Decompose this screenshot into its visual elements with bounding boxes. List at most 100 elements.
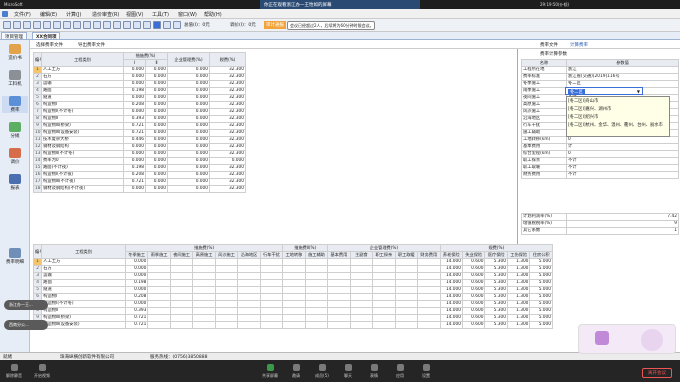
row-value[interactable]: 5.300 bbox=[484, 321, 508, 329]
param-value[interactable]: 不计 bbox=[566, 171, 679, 179]
row-value[interactable]: 0.000 bbox=[145, 150, 168, 158]
row-value[interactable]: 0.000 bbox=[123, 108, 146, 116]
row-value[interactable]: 32.300 bbox=[209, 136, 246, 144]
table-row[interactable]: 16 构造物Ⅰ(不计夜) 0.208 0.000 0.000 32.300 bbox=[33, 171, 246, 179]
row-value[interactable] bbox=[304, 307, 329, 315]
row-value[interactable]: 1.300 bbox=[506, 321, 531, 329]
rate-file-tab[interactable]: 费率文件 bbox=[540, 42, 558, 48]
row-value[interactable] bbox=[259, 321, 284, 329]
row-value[interactable] bbox=[214, 307, 239, 315]
row-value[interactable] bbox=[304, 279, 329, 287]
row-value[interactable]: 0.000 bbox=[209, 157, 246, 165]
row-value[interactable]: 32.300 bbox=[209, 164, 246, 172]
row-value[interactable] bbox=[214, 300, 239, 308]
row-value[interactable]: 5.300 bbox=[484, 293, 508, 301]
row-value[interactable] bbox=[214, 279, 239, 287]
row-value[interactable] bbox=[327, 293, 351, 301]
refresh-icon[interactable] bbox=[123, 21, 131, 29]
row-value[interactable]: 32.300 bbox=[209, 129, 246, 137]
menu-view[interactable]: 视图(V) bbox=[126, 11, 143, 18]
row-value[interactable] bbox=[417, 321, 441, 329]
param-value[interactable]: 不计 bbox=[566, 157, 679, 165]
row-value[interactable]: 32.300 bbox=[209, 73, 246, 81]
row-value[interactable]: 0.000 bbox=[124, 300, 149, 308]
row-value[interactable]: 0.000 bbox=[167, 94, 210, 102]
row-value[interactable] bbox=[304, 272, 329, 280]
table-row[interactable]: 5 隧道 0.000 14.000 0.600 5.300 1.300 5.000 bbox=[32, 286, 553, 294]
table-row[interactable]: 5 隧道 0.000 0.000 0.000 32.300 bbox=[33, 94, 246, 102]
row-value[interactable]: 14.000 bbox=[439, 272, 464, 280]
row-value[interactable]: 0.000 bbox=[167, 122, 210, 130]
row-value[interactable]: 14.000 bbox=[439, 307, 464, 315]
row-value[interactable]: 0.000 bbox=[123, 185, 146, 193]
param-value[interactable]: 浙江省(交通)[2019]116号 bbox=[566, 73, 679, 81]
table-row[interactable]: 9 构造物Ⅲ(桥梁) 0.721 14.000 0.600 5.300 1.300 5.000 bbox=[32, 314, 553, 322]
row-value[interactable]: 0.600 bbox=[462, 279, 486, 287]
row-value[interactable] bbox=[327, 321, 351, 329]
row-value[interactable]: 5.300 bbox=[484, 265, 508, 273]
table-row[interactable]: 13 构造物Ⅱ(不计冬) 0.000 0.000 0.000 32.300 bbox=[33, 150, 246, 158]
row-value[interactable]: 0.000 bbox=[123, 73, 146, 81]
option-item[interactable]: [冬二区Ⅰ]绍兴市 bbox=[568, 114, 668, 122]
row-value[interactable]: 32.300 bbox=[209, 108, 246, 116]
row-value[interactable]: 0.000 bbox=[123, 150, 146, 158]
row-value[interactable] bbox=[282, 258, 306, 266]
row-value[interactable]: 1.300 bbox=[506, 258, 531, 266]
row-value[interactable] bbox=[282, 314, 306, 322]
row-value[interactable]: 5.000 bbox=[529, 314, 553, 322]
param-value[interactable]: 浙江 bbox=[566, 66, 679, 74]
row-value[interactable] bbox=[237, 258, 261, 266]
row-value[interactable]: 0.600 bbox=[462, 307, 486, 315]
print-icon[interactable] bbox=[33, 21, 41, 29]
row-value[interactable] bbox=[192, 279, 216, 287]
table-row[interactable]: 7 构造物Ⅰ(不计冬) 0.000 0.000 0.000 32.300 bbox=[33, 108, 246, 116]
export-rate-file[interactable]: 导出费率文件 bbox=[78, 42, 105, 48]
row-value[interactable] bbox=[237, 286, 261, 294]
row-value[interactable]: 0.000 bbox=[167, 129, 210, 137]
table-row[interactable]: 18 钢材及钢结构(不计夜) 0.000 0.000 0.000 32.300 bbox=[33, 185, 246, 193]
row-value[interactable] bbox=[192, 286, 216, 294]
menu-edit[interactable]: 编辑(E) bbox=[40, 11, 57, 18]
row-value[interactable]: 0.000 bbox=[167, 66, 210, 74]
row-value[interactable]: 32.300 bbox=[209, 185, 246, 193]
save-icon[interactable] bbox=[23, 21, 31, 29]
row-value[interactable] bbox=[169, 272, 194, 280]
audit-report-button[interactable]: 审计通报 bbox=[264, 21, 286, 29]
row-value[interactable] bbox=[147, 321, 171, 329]
row-value[interactable]: 0.000 bbox=[124, 286, 149, 294]
table-row[interactable]: 9 构造物Ⅲ(桥梁) 0.721 0.000 0.000 32.300 bbox=[33, 122, 246, 130]
row-value[interactable] bbox=[372, 265, 396, 273]
param-value[interactable]: 1 bbox=[566, 227, 679, 235]
table-row[interactable]: 17 构造物Ⅲ(不计夜) 0.721 0.000 0.000 32.300 bbox=[33, 178, 246, 186]
row-value[interactable] bbox=[327, 300, 351, 308]
sidebar-item-reports[interactable]: 报表 bbox=[2, 174, 28, 191]
row-value[interactable]: 0.000 bbox=[167, 101, 210, 109]
row-value[interactable]: 5.000 bbox=[529, 300, 553, 308]
row-value[interactable]: 0.000 bbox=[167, 87, 210, 95]
table-row[interactable]: 8 构造物Ⅱ 0.393 0.000 0.000 32.300 bbox=[33, 115, 246, 123]
delete-icon[interactable] bbox=[103, 21, 111, 29]
row-value[interactable] bbox=[327, 314, 351, 322]
query-icon[interactable] bbox=[153, 21, 161, 29]
chat-button[interactable]: 聊天 bbox=[336, 364, 360, 379]
row-value[interactable]: 0.000 bbox=[167, 164, 210, 172]
option-item[interactable]: [冬二区Ⅰ]舟山市 bbox=[568, 98, 668, 106]
row-value[interactable]: 0.000 bbox=[167, 143, 210, 151]
emoji-button[interactable]: 表情 bbox=[362, 364, 386, 379]
row-value[interactable] bbox=[349, 307, 374, 315]
row-value[interactable] bbox=[214, 272, 239, 280]
row-value[interactable]: 0.000 bbox=[145, 73, 168, 81]
sidebar-item-allocation[interactable]: 分摊 bbox=[2, 122, 28, 139]
row-value[interactable]: 1.300 bbox=[506, 272, 531, 280]
table-row[interactable]: 1 人工土方 0.000 0.000 0.000 32.300 bbox=[33, 66, 246, 74]
row-value[interactable] bbox=[394, 307, 419, 315]
row-value[interactable] bbox=[282, 321, 306, 329]
row-value[interactable]: 0.393 bbox=[124, 307, 149, 315]
row-value[interactable] bbox=[327, 272, 351, 280]
row-value[interactable] bbox=[192, 293, 216, 301]
cut-icon[interactable] bbox=[43, 21, 51, 29]
row-value[interactable]: 0.000 bbox=[124, 258, 149, 266]
leave-meeting-button[interactable]: 离开会议 bbox=[642, 368, 672, 378]
row-value[interactable] bbox=[169, 258, 194, 266]
row-value[interactable] bbox=[349, 300, 374, 308]
